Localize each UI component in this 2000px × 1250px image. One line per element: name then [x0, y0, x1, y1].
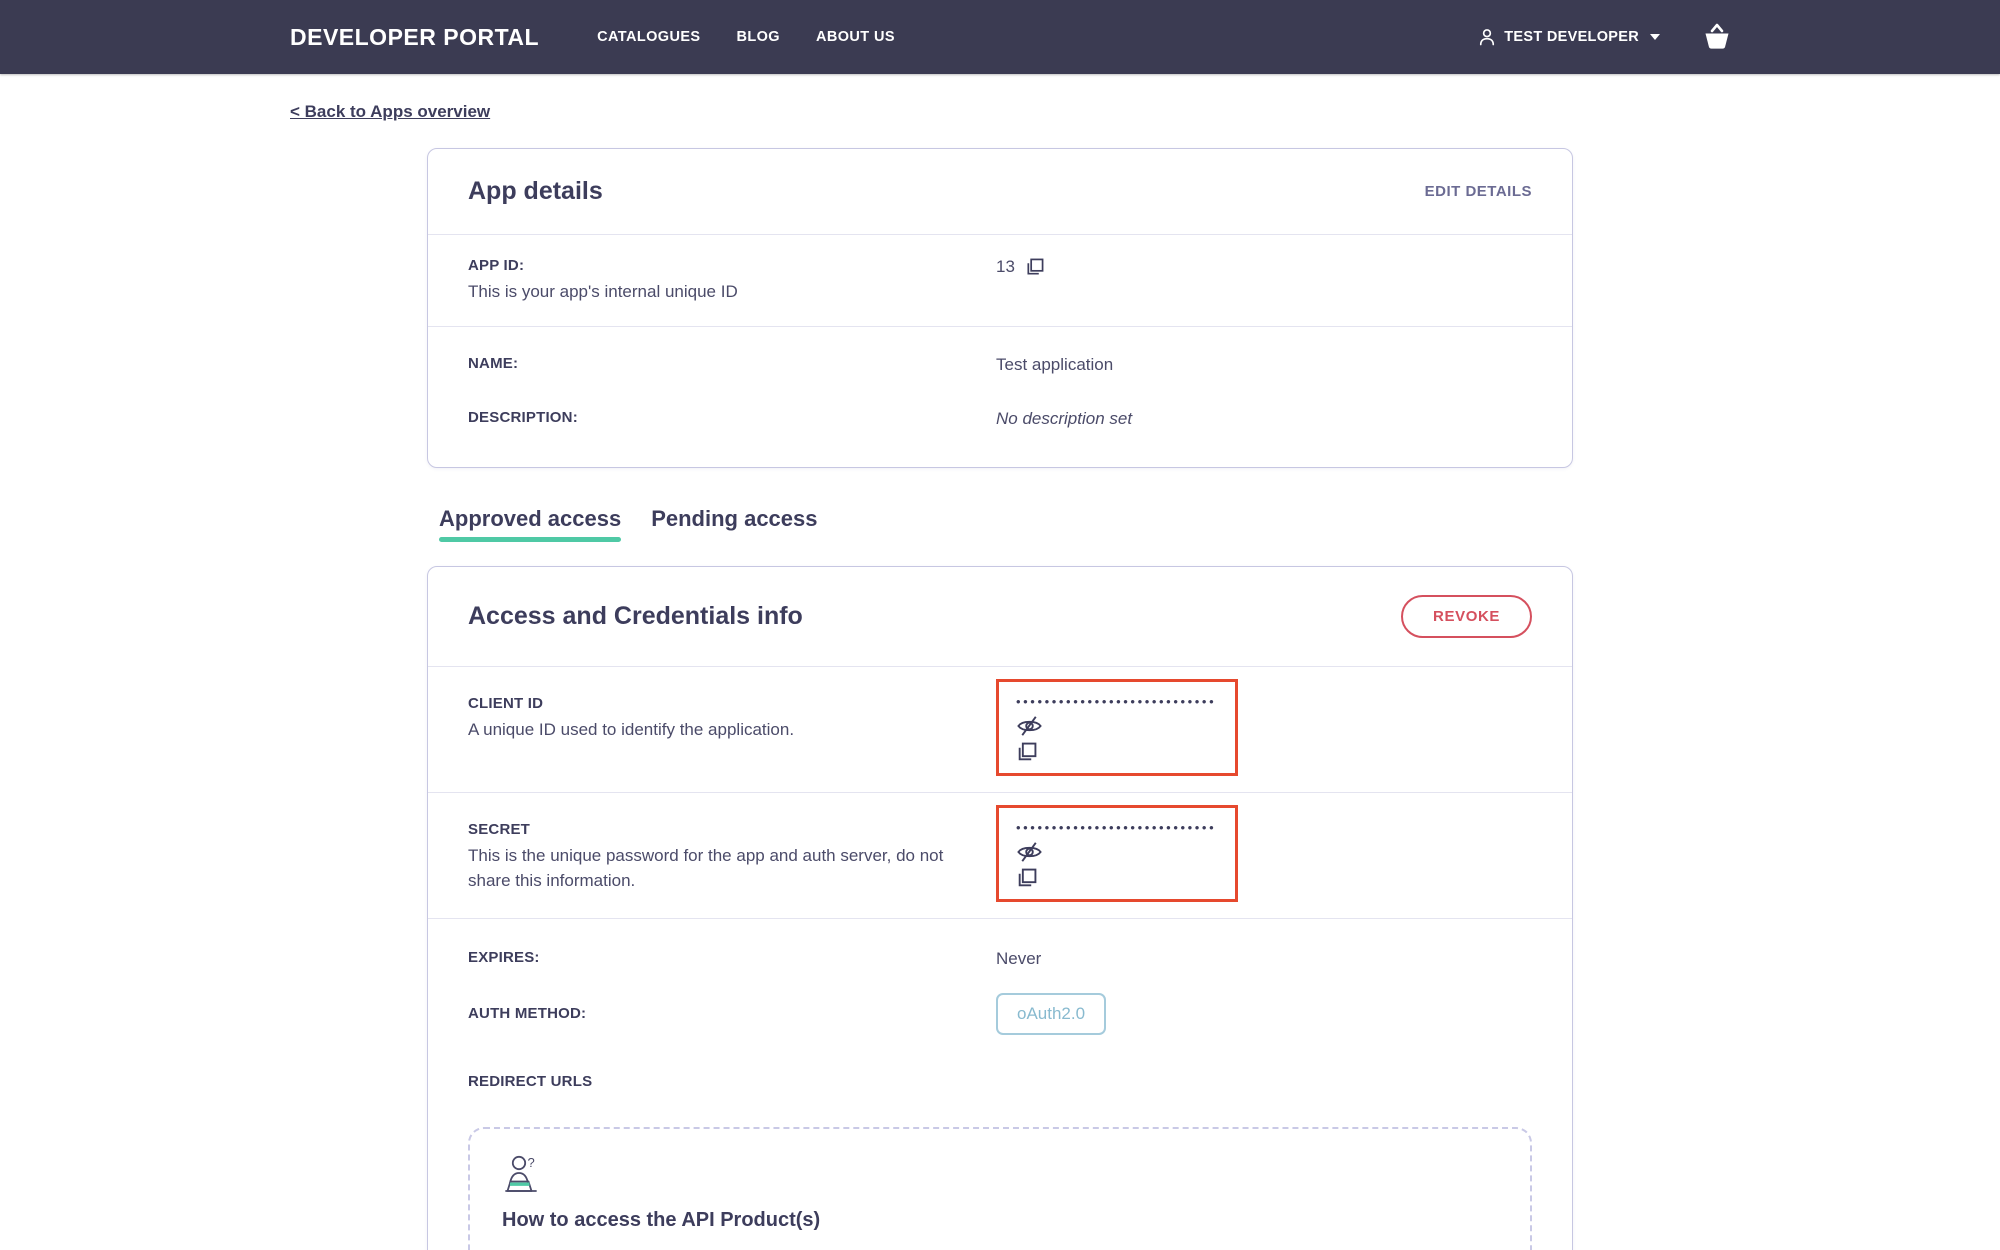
secret-masked-value: ••••••••••••••••••••••••••••••	[1016, 820, 1216, 835]
secret-value-box: ••••••••••••••••••••••••••••••	[996, 805, 1238, 902]
eye-slash-icon[interactable]	[1016, 841, 1043, 863]
client-id-labels: CLIENT ID A unique ID used to identify t…	[468, 679, 948, 742]
client-id-masked-value: ••••••••••••••••••••••••••••••	[1016, 694, 1216, 709]
how-to-access-box: ? How to access the API Product(s) Copy …	[468, 1127, 1532, 1250]
app-id-value: 13	[996, 255, 1532, 279]
app-id-description: This is your app's internal unique ID	[468, 282, 738, 301]
app-description-row: DESCRIPTION: No description set	[428, 377, 1572, 467]
user-menu[interactable]: TEST DEVELOPER	[1477, 27, 1660, 47]
svg-text:?: ?	[528, 1155, 535, 1170]
client-id-row: CLIENT ID A unique ID used to identify t…	[428, 667, 1572, 792]
nav-link-catalogues[interactable]: CATALOGUES	[597, 29, 700, 45]
redirect-urls-label: REDIRECT URLS	[468, 1073, 593, 1090]
credentials-title: Access and Credentials info	[468, 602, 803, 630]
basket-icon[interactable]	[1702, 23, 1732, 51]
auth-method-chip: oAuth2.0	[996, 993, 1107, 1035]
copy-icon[interactable]	[1016, 868, 1037, 889]
auth-method-value: oAuth2.0	[996, 993, 1532, 1035]
expires-value: Never	[996, 949, 1042, 968]
auth-method-label: AUTH METHOD:	[468, 1005, 587, 1022]
person-icon	[1477, 27, 1497, 47]
brand-title[interactable]: DEVELOPER PORTAL	[290, 24, 539, 51]
edit-details-button[interactable]: EDIT DETAILS	[1425, 183, 1532, 200]
back-to-apps-link[interactable]: < Back to Apps overview	[290, 102, 490, 122]
client-id-value-box: ••••••••••••••••••••••••••••••	[996, 679, 1238, 776]
app-name-row: NAME: Test application	[428, 327, 1572, 377]
top-navbar: DEVELOPER PORTAL CATALOGUES BLOG ABOUT U…	[0, 0, 2000, 74]
app-id-labels: APP ID: This is your app's internal uniq…	[468, 255, 996, 304]
app-description-label: DESCRIPTION:	[468, 409, 578, 426]
eye-slash-icon[interactable]	[1016, 715, 1043, 737]
expires-row: EXPIRES: Never	[428, 919, 1572, 977]
client-id-description: A unique ID used to identify the applica…	[468, 720, 795, 739]
app-name-label: NAME:	[468, 355, 519, 372]
secret-row: SECRET This is the unique password for t…	[428, 793, 1572, 918]
chevron-down-icon	[1650, 34, 1660, 40]
credentials-card: Access and Credentials info REVOKE CLIEN…	[427, 566, 1573, 1250]
tab-pending-access[interactable]: Pending access	[651, 506, 817, 542]
revoke-button[interactable]: REVOKE	[1401, 595, 1532, 638]
expires-label: EXPIRES:	[468, 949, 540, 966]
app-id-label: APP ID:	[468, 257, 525, 274]
main-nav: CATALOGUES BLOG ABOUT US	[597, 29, 895, 45]
app-id-value-text: 13	[996, 257, 1015, 276]
client-id-label: CLIENT ID	[468, 695, 544, 712]
user-name-label: TEST DEVELOPER	[1504, 29, 1639, 45]
secret-labels: SECRET This is the unique password for t…	[468, 805, 948, 893]
copy-icon[interactable]	[1025, 258, 1044, 277]
secret-description: This is the unique password for the app …	[468, 846, 944, 890]
nav-link-blog[interactable]: BLOG	[736, 29, 780, 45]
copy-icon[interactable]	[1016, 742, 1037, 763]
secret-label: SECRET	[468, 821, 531, 838]
page-content: < Back to Apps overview App details EDIT…	[290, 74, 1710, 1250]
app-description-value: No description set	[996, 409, 1133, 428]
auth-method-row: AUTH METHOD: oAuth2.0	[428, 977, 1572, 1051]
app-id-row: APP ID: This is your app's internal uniq…	[428, 235, 1572, 326]
app-details-card: App details EDIT DETAILS APP ID: This is…	[427, 148, 1573, 468]
access-tabs: Approved access Pending access	[427, 506, 1573, 542]
person-laptop-icon: ?	[502, 1153, 1498, 1201]
how-to-access-title: How to access the API Product(s)	[502, 1209, 821, 1231]
redirect-urls-row: REDIRECT URLS	[428, 1051, 1572, 1103]
tab-approved-access[interactable]: Approved access	[439, 506, 622, 542]
app-name-value: Test application	[996, 355, 1114, 374]
app-details-title: App details	[468, 177, 603, 205]
nav-link-about-us[interactable]: ABOUT US	[816, 29, 895, 45]
app-details-header: App details EDIT DETAILS	[428, 149, 1572, 234]
credentials-header: Access and Credentials info REVOKE	[428, 567, 1572, 666]
